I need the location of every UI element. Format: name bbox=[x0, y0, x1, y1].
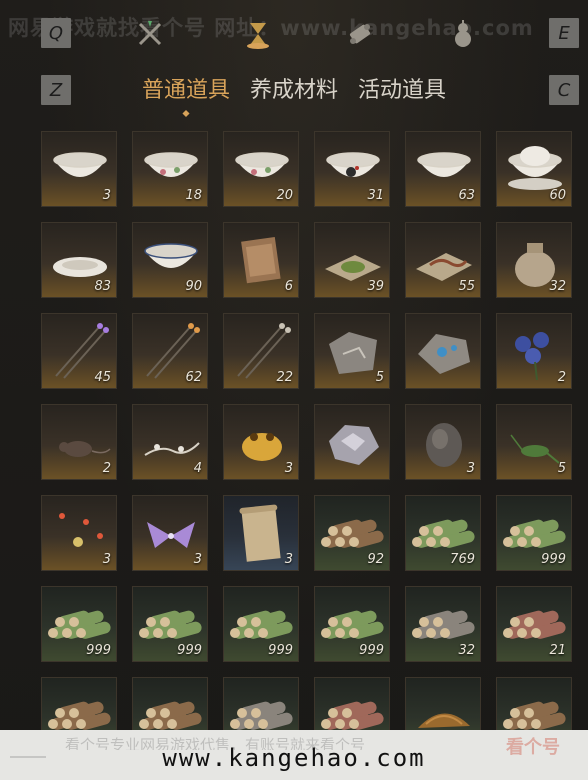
item-count: 90 bbox=[185, 279, 202, 294]
inventory-slot[interactable]: 62 bbox=[132, 313, 208, 389]
item-count: 60 bbox=[549, 188, 566, 203]
tab-label: 活动道具 bbox=[358, 78, 447, 103]
inventory-slot[interactable] bbox=[314, 404, 390, 480]
inventory-slot[interactable]: 3 bbox=[132, 495, 208, 571]
item-count: 5 bbox=[557, 461, 566, 476]
inventory-slot[interactable]: 83 bbox=[41, 222, 117, 298]
tab-upgrade-materials[interactable]: 养成材料 bbox=[248, 72, 340, 108]
inventory-slot[interactable]: 20 bbox=[223, 131, 299, 207]
inventory-slot[interactable]: 2 bbox=[496, 313, 572, 389]
item-count: 32 bbox=[549, 279, 566, 294]
item-count: 999 bbox=[177, 643, 202, 658]
item-count: 4 bbox=[193, 461, 202, 476]
hourglass-icon[interactable] bbox=[238, 14, 278, 54]
inventory-slot[interactable]: 2 bbox=[41, 404, 117, 480]
inventory-slot[interactable]: 39 bbox=[314, 222, 390, 298]
item-count: 39 bbox=[367, 279, 384, 294]
inventory-slot[interactable] bbox=[41, 677, 117, 731]
inventory-slot[interactable]: 32 bbox=[496, 222, 572, 298]
item-count: 2 bbox=[102, 461, 111, 476]
silver-ore-icon bbox=[329, 425, 379, 465]
item-count: 55 bbox=[458, 279, 475, 294]
item-count: 6 bbox=[284, 279, 293, 294]
scroll-icon[interactable] bbox=[340, 14, 380, 54]
tab-common-items[interactable]: 普通道具 bbox=[140, 72, 232, 118]
inventory-slot[interactable]: 45 bbox=[41, 313, 117, 389]
inventory-slot[interactable]: 3 bbox=[223, 404, 299, 480]
category-icons bbox=[0, 14, 588, 54]
footer-url: www.kangehao.com bbox=[162, 744, 426, 772]
inventory-slot[interactable]: 769 bbox=[405, 495, 481, 571]
blue-ore-icon bbox=[418, 334, 470, 374]
inventory-slot[interactable] bbox=[496, 677, 572, 731]
item-count: 92 bbox=[367, 552, 384, 567]
inventory-slot[interactable]: 31 bbox=[314, 131, 390, 207]
inventory-slot[interactable] bbox=[314, 677, 390, 731]
item-count: 62 bbox=[185, 370, 202, 385]
inventory-slot[interactable]: 3 bbox=[41, 131, 117, 207]
item-count: 3 bbox=[102, 188, 111, 203]
inventory-slot[interactable]: 5 bbox=[314, 313, 390, 389]
item-count: 3 bbox=[466, 461, 475, 476]
log-bundle-icon bbox=[139, 701, 202, 730]
item-count: 31 bbox=[367, 188, 384, 203]
inventory-slot[interactable]: 999 bbox=[496, 495, 572, 571]
red-log-bundle-icon bbox=[321, 701, 384, 730]
inventory-slot[interactable]: 3 bbox=[223, 495, 299, 571]
inventory-slot[interactable]: 4 bbox=[132, 404, 208, 480]
item-count: 83 bbox=[94, 279, 111, 294]
log-bundle-icon bbox=[503, 701, 566, 730]
weapons-icon[interactable] bbox=[130, 14, 170, 54]
item-count: 45 bbox=[94, 370, 111, 385]
inventory-slot[interactable]: 22 bbox=[223, 313, 299, 389]
inventory-slot[interactable]: 63 bbox=[405, 131, 481, 207]
item-count: 999 bbox=[541, 552, 566, 567]
item-count: 999 bbox=[86, 643, 111, 658]
log-bundle-icon bbox=[48, 701, 111, 730]
item-grid: 3 18 20 31 63 60 83 90 6 39 55 32 45 62 22 5 2 2 4 3 3 5 3 3 3 92… bbox=[41, 131, 573, 731]
inventory-tabs: 普通道具 养成材料 活动道具 bbox=[0, 72, 588, 118]
inventory-slot[interactable] bbox=[405, 313, 481, 389]
inventory-slot[interactable]: 3 bbox=[405, 404, 481, 480]
bark-pile-icon bbox=[418, 713, 470, 728]
item-count: 21 bbox=[549, 643, 566, 658]
inventory-slot[interactable]: 32 bbox=[405, 586, 481, 662]
inventory-slot[interactable] bbox=[223, 677, 299, 731]
inventory-slot[interactable]: 90 bbox=[132, 222, 208, 298]
item-count: 769 bbox=[450, 552, 475, 567]
item-count: 63 bbox=[458, 188, 475, 203]
inventory-slot[interactable]: 999 bbox=[132, 586, 208, 662]
item-count: 3 bbox=[284, 461, 293, 476]
item-count: 32 bbox=[458, 643, 475, 658]
inventory-slot[interactable]: 999 bbox=[314, 586, 390, 662]
item-count: 3 bbox=[284, 552, 293, 567]
footer-logo: 看个号 bbox=[506, 737, 560, 758]
item-count: 5 bbox=[375, 370, 384, 385]
item-count: 18 bbox=[185, 188, 202, 203]
item-count: 2 bbox=[557, 370, 566, 385]
inventory-slot[interactable]: 18 bbox=[132, 131, 208, 207]
gourd-icon[interactable] bbox=[443, 14, 483, 54]
item-count: 3 bbox=[102, 552, 111, 567]
item-count: 999 bbox=[359, 643, 384, 658]
item-count: 22 bbox=[276, 370, 293, 385]
inventory-slot[interactable]: 21 bbox=[496, 586, 572, 662]
inventory-slot[interactable] bbox=[405, 677, 481, 731]
inventory-slot[interactable]: 3 bbox=[41, 495, 117, 571]
item-count: 3 bbox=[193, 552, 202, 567]
tab-label: 普通道具 bbox=[141, 78, 230, 103]
inventory-slot[interactable]: 999 bbox=[41, 586, 117, 662]
inventory-slot[interactable] bbox=[132, 677, 208, 731]
inventory-slot[interactable]: 5 bbox=[496, 404, 572, 480]
item-count: 999 bbox=[268, 643, 293, 658]
tab-event-items[interactable]: 活动道具 bbox=[356, 72, 448, 108]
inventory-slot[interactable]: 999 bbox=[223, 586, 299, 662]
inventory-slot[interactable]: 55 bbox=[405, 222, 481, 298]
gray-log-bundle-icon bbox=[230, 701, 293, 730]
inventory-slot[interactable]: 6 bbox=[223, 222, 299, 298]
inventory-slot[interactable]: 60 bbox=[496, 131, 572, 207]
tab-label: 养成材料 bbox=[249, 78, 338, 103]
inventory-slot[interactable]: 92 bbox=[314, 495, 390, 571]
item-count: 20 bbox=[276, 188, 293, 203]
